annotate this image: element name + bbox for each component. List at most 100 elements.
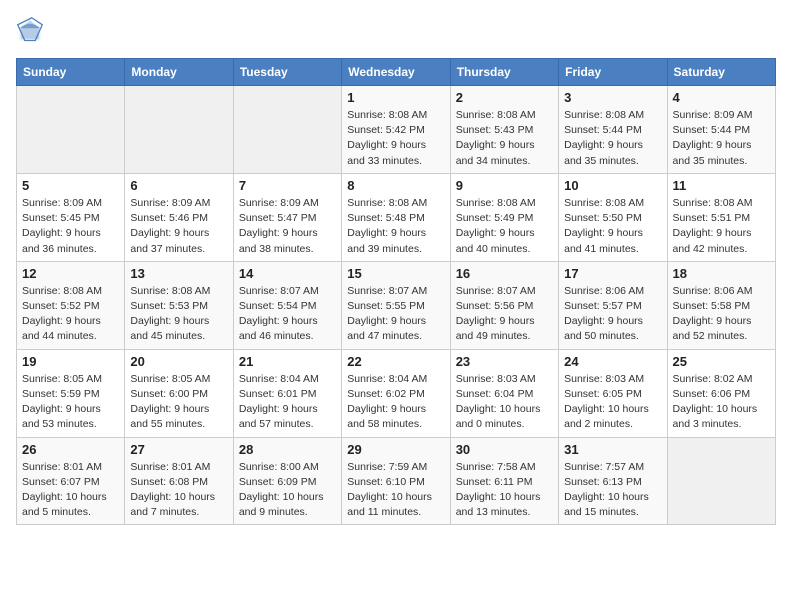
calendar-week-row: 19 Sunrise: 8:05 AM Sunset: 5:59 PM Dayli… bbox=[17, 349, 776, 437]
weekday-header: Monday bbox=[125, 59, 233, 86]
page-header bbox=[16, 16, 776, 44]
calendar-day-cell: 21Sunrise: 8:04 AM Sunset: 6:01 PM Dayli… bbox=[233, 349, 341, 437]
day-number: 30 bbox=[456, 442, 553, 457]
calendar-day-cell: 3 Sunrise: 8:08 AM Sunset: 5:44 PM Daylig… bbox=[559, 86, 667, 174]
day-number: 21 bbox=[239, 354, 336, 369]
day-number: 6 bbox=[130, 178, 227, 193]
day-info: Sunrise: 8:08 AM Sunset: 5:50 PM Dayligh… bbox=[564, 196, 661, 257]
weekday-header: Saturday bbox=[667, 59, 775, 86]
day-number: 2 bbox=[456, 90, 553, 105]
day-number: 23 bbox=[456, 354, 553, 369]
day-info: Sunrise: 8:08 AM Sunset: 5:53 PM Dayligh… bbox=[130, 284, 227, 345]
calendar-week-row: 5 Sunrise: 8:09 AM Sunset: 5:45 PM Daylig… bbox=[17, 173, 776, 261]
calendar-week-row: 1Sunrise: 8:08 AM Sunset: 5:42 PM Daylig… bbox=[17, 86, 776, 174]
day-number: 19 bbox=[22, 354, 119, 369]
day-number: 14 bbox=[239, 266, 336, 281]
weekday-header: Tuesday bbox=[233, 59, 341, 86]
calendar-day-cell: 29 Sunrise: 7:59 AM Sunset: 6:10 PM Dayli… bbox=[342, 437, 450, 525]
day-number: 4 bbox=[673, 90, 770, 105]
day-info: Sunrise: 8:06 AM Sunset: 5:57 PM Dayligh… bbox=[564, 284, 661, 345]
calendar-day-cell bbox=[17, 86, 125, 174]
calendar-day-cell: 31Sunrise: 7:57 AM Sunset: 6:13 PM Dayli… bbox=[559, 437, 667, 525]
calendar-table: SundayMondayTuesdayWednesdayThursdayFrid… bbox=[16, 58, 776, 525]
calendar-day-cell: 5 Sunrise: 8:09 AM Sunset: 5:45 PM Daylig… bbox=[17, 173, 125, 261]
day-info: Sunrise: 8:08 AM Sunset: 5:51 PM Dayligh… bbox=[673, 196, 770, 257]
day-number: 16 bbox=[456, 266, 553, 281]
day-info: Sunrise: 8:01 AM Sunset: 6:08 PM Dayligh… bbox=[130, 460, 227, 521]
day-number: 13 bbox=[130, 266, 227, 281]
day-number: 17 bbox=[564, 266, 661, 281]
calendar-day-cell: 8 Sunrise: 8:08 AM Sunset: 5:48 PM Daylig… bbox=[342, 173, 450, 261]
day-info: Sunrise: 8:04 AM Sunset: 6:02 PM Dayligh… bbox=[347, 372, 444, 433]
calendar-day-cell bbox=[233, 86, 341, 174]
day-number: 29 bbox=[347, 442, 444, 457]
day-number: 11 bbox=[673, 178, 770, 193]
day-number: 25 bbox=[673, 354, 770, 369]
day-info: Sunrise: 8:03 AM Sunset: 6:05 PM Dayligh… bbox=[564, 372, 661, 433]
calendar-day-cell: 26 Sunrise: 8:01 AM Sunset: 6:07 PM Dayli… bbox=[17, 437, 125, 525]
day-number: 18 bbox=[673, 266, 770, 281]
day-info: Sunrise: 8:08 AM Sunset: 5:42 PM Dayligh… bbox=[347, 108, 444, 169]
day-info: Sunrise: 7:57 AM Sunset: 6:13 PM Dayligh… bbox=[564, 460, 661, 521]
calendar-header-row: SundayMondayTuesdayWednesdayThursdayFrid… bbox=[17, 59, 776, 86]
day-info: Sunrise: 8:03 AM Sunset: 6:04 PM Dayligh… bbox=[456, 372, 553, 433]
calendar-day-cell: 25 Sunrise: 8:02 AM Sunset: 6:06 PM Dayli… bbox=[667, 349, 775, 437]
day-info: Sunrise: 8:08 AM Sunset: 5:49 PM Dayligh… bbox=[456, 196, 553, 257]
calendar-day-cell: 27 Sunrise: 8:01 AM Sunset: 6:08 PM Dayli… bbox=[125, 437, 233, 525]
calendar-week-row: 26 Sunrise: 8:01 AM Sunset: 6:07 PM Dayli… bbox=[17, 437, 776, 525]
calendar-day-cell: 30 Sunrise: 7:58 AM Sunset: 6:11 PM Dayli… bbox=[450, 437, 558, 525]
calendar-day-cell: 6Sunrise: 8:09 AM Sunset: 5:46 PM Daylig… bbox=[125, 173, 233, 261]
weekday-header: Sunday bbox=[17, 59, 125, 86]
calendar-day-cell: 14 Sunrise: 8:07 AM Sunset: 5:54 PM Dayli… bbox=[233, 261, 341, 349]
calendar-day-cell bbox=[125, 86, 233, 174]
calendar-day-cell: 2 Sunrise: 8:08 AM Sunset: 5:43 PM Daylig… bbox=[450, 86, 558, 174]
day-info: Sunrise: 8:05 AM Sunset: 6:00 PM Dayligh… bbox=[130, 372, 227, 433]
day-number: 7 bbox=[239, 178, 336, 193]
day-number: 12 bbox=[22, 266, 119, 281]
calendar-day-cell: 22 Sunrise: 8:04 AM Sunset: 6:02 PM Dayli… bbox=[342, 349, 450, 437]
calendar-day-cell: 13 Sunrise: 8:08 AM Sunset: 5:53 PM Dayli… bbox=[125, 261, 233, 349]
calendar-day-cell: 23 Sunrise: 8:03 AM Sunset: 6:04 PM Dayli… bbox=[450, 349, 558, 437]
day-info: Sunrise: 8:08 AM Sunset: 5:43 PM Dayligh… bbox=[456, 108, 553, 169]
day-number: 9 bbox=[456, 178, 553, 193]
day-info: Sunrise: 8:06 AM Sunset: 5:58 PM Dayligh… bbox=[673, 284, 770, 345]
day-number: 26 bbox=[22, 442, 119, 457]
day-info: Sunrise: 8:05 AM Sunset: 5:59 PM Dayligh… bbox=[22, 372, 119, 433]
day-info: Sunrise: 8:09 AM Sunset: 5:44 PM Dayligh… bbox=[673, 108, 770, 169]
calendar-day-cell: 4 Sunrise: 8:09 AM Sunset: 5:44 PM Daylig… bbox=[667, 86, 775, 174]
calendar-day-cell: 19 Sunrise: 8:05 AM Sunset: 5:59 PM Dayli… bbox=[17, 349, 125, 437]
day-number: 22 bbox=[347, 354, 444, 369]
day-info: Sunrise: 8:08 AM Sunset: 5:48 PM Dayligh… bbox=[347, 196, 444, 257]
day-info: Sunrise: 7:58 AM Sunset: 6:11 PM Dayligh… bbox=[456, 460, 553, 521]
calendar-day-cell: 18 Sunrise: 8:06 AM Sunset: 5:58 PM Dayli… bbox=[667, 261, 775, 349]
day-number: 3 bbox=[564, 90, 661, 105]
day-info: Sunrise: 7:59 AM Sunset: 6:10 PM Dayligh… bbox=[347, 460, 444, 521]
calendar-day-cell: 7 Sunrise: 8:09 AM Sunset: 5:47 PM Daylig… bbox=[233, 173, 341, 261]
day-number: 24 bbox=[564, 354, 661, 369]
calendar-day-cell: 20 Sunrise: 8:05 AM Sunset: 6:00 PM Dayli… bbox=[125, 349, 233, 437]
day-info: Sunrise: 8:09 AM Sunset: 5:45 PM Dayligh… bbox=[22, 196, 119, 257]
day-info: Sunrise: 8:07 AM Sunset: 5:54 PM Dayligh… bbox=[239, 284, 336, 345]
calendar-day-cell: 10 Sunrise: 8:08 AM Sunset: 5:50 PM Dayli… bbox=[559, 173, 667, 261]
day-info: Sunrise: 8:02 AM Sunset: 6:06 PM Dayligh… bbox=[673, 372, 770, 433]
day-info: Sunrise: 8:01 AM Sunset: 6:07 PM Dayligh… bbox=[22, 460, 119, 521]
calendar-day-cell: 11 Sunrise: 8:08 AM Sunset: 5:51 PM Dayli… bbox=[667, 173, 775, 261]
calendar-day-cell: 12Sunrise: 8:08 AM Sunset: 5:52 PM Dayli… bbox=[17, 261, 125, 349]
day-info: Sunrise: 8:07 AM Sunset: 5:56 PM Dayligh… bbox=[456, 284, 553, 345]
logo bbox=[16, 16, 48, 44]
day-info: Sunrise: 8:09 AM Sunset: 5:47 PM Dayligh… bbox=[239, 196, 336, 257]
day-number: 27 bbox=[130, 442, 227, 457]
calendar-day-cell: 28Sunrise: 8:00 AM Sunset: 6:09 PM Dayli… bbox=[233, 437, 341, 525]
weekday-header: Thursday bbox=[450, 59, 558, 86]
day-number: 10 bbox=[564, 178, 661, 193]
calendar-week-row: 12Sunrise: 8:08 AM Sunset: 5:52 PM Dayli… bbox=[17, 261, 776, 349]
day-number: 20 bbox=[130, 354, 227, 369]
logo-icon bbox=[16, 16, 44, 44]
calendar-day-cell: 1Sunrise: 8:08 AM Sunset: 5:42 PM Daylig… bbox=[342, 86, 450, 174]
day-number: 5 bbox=[22, 178, 119, 193]
day-number: 8 bbox=[347, 178, 444, 193]
day-info: Sunrise: 8:08 AM Sunset: 5:44 PM Dayligh… bbox=[564, 108, 661, 169]
calendar-day-cell: 24 Sunrise: 8:03 AM Sunset: 6:05 PM Dayli… bbox=[559, 349, 667, 437]
calendar-day-cell bbox=[667, 437, 775, 525]
calendar-day-cell: 17 Sunrise: 8:06 AM Sunset: 5:57 PM Dayli… bbox=[559, 261, 667, 349]
